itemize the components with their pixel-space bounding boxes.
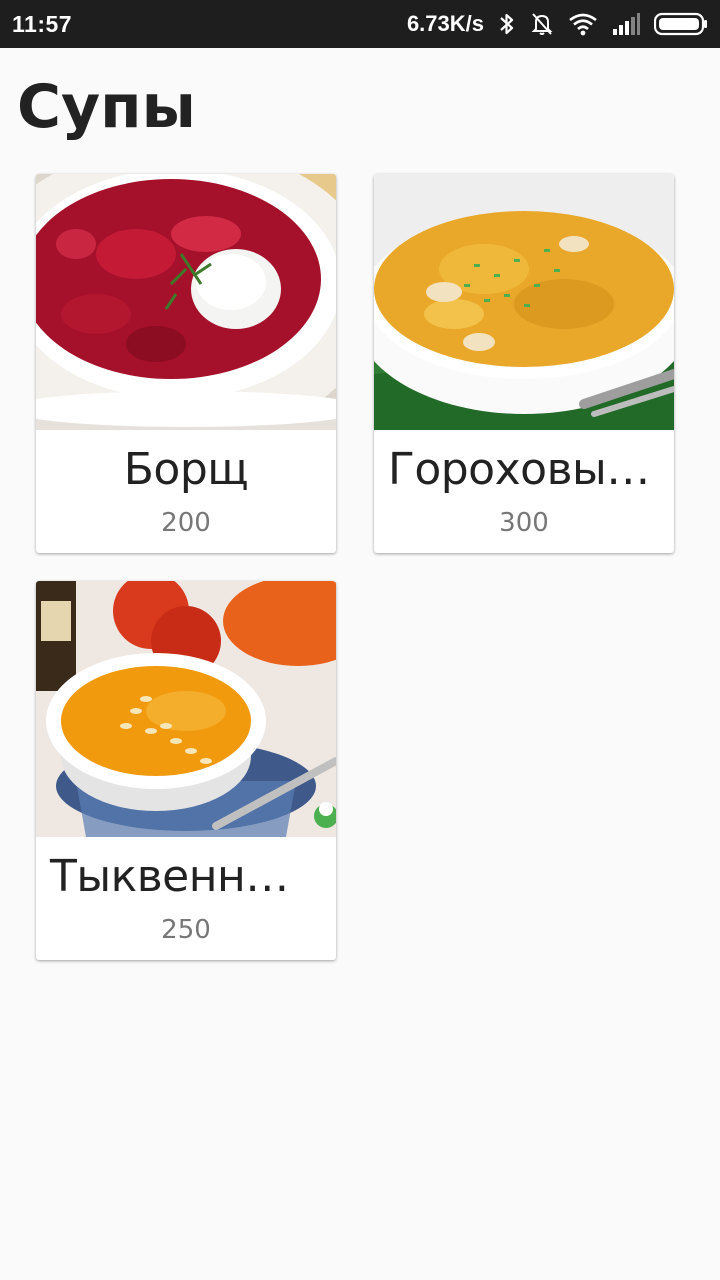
signal-icon	[612, 10, 640, 38]
soup-name: Гороховый суп	[388, 444, 674, 495]
soup-price: 200	[161, 508, 211, 538]
soup-name: Борщ	[123, 444, 249, 495]
soup-card-pumpkin[interactable]: Тыквенный суп 250	[36, 581, 336, 960]
page-title: Супы	[17, 72, 196, 142]
network-speed: 6.73K/s	[406, 11, 484, 36]
pea-soup-photo	[374, 174, 674, 430]
status-time: 11:57	[12, 10, 73, 37]
borscht-photo	[36, 174, 336, 430]
status-icons: 6.73K/s	[407, 10, 708, 38]
battery-icon	[654, 10, 708, 38]
soup-card-borscht[interactable]: Борщ 200	[36, 174, 336, 553]
pumpkin-soup-photo	[36, 581, 336, 837]
notifications-off-icon	[530, 10, 554, 38]
soup-price: 300	[499, 508, 549, 538]
soup-name: Тыквенный суп	[50, 851, 336, 902]
status-bar: 11:57 6.73K/s	[0, 0, 720, 48]
soup-price: 250	[161, 915, 211, 945]
bluetooth-icon	[498, 10, 516, 38]
wifi-icon	[568, 10, 598, 38]
soup-card-pea[interactable]: Гороховый суп 300	[374, 174, 674, 553]
